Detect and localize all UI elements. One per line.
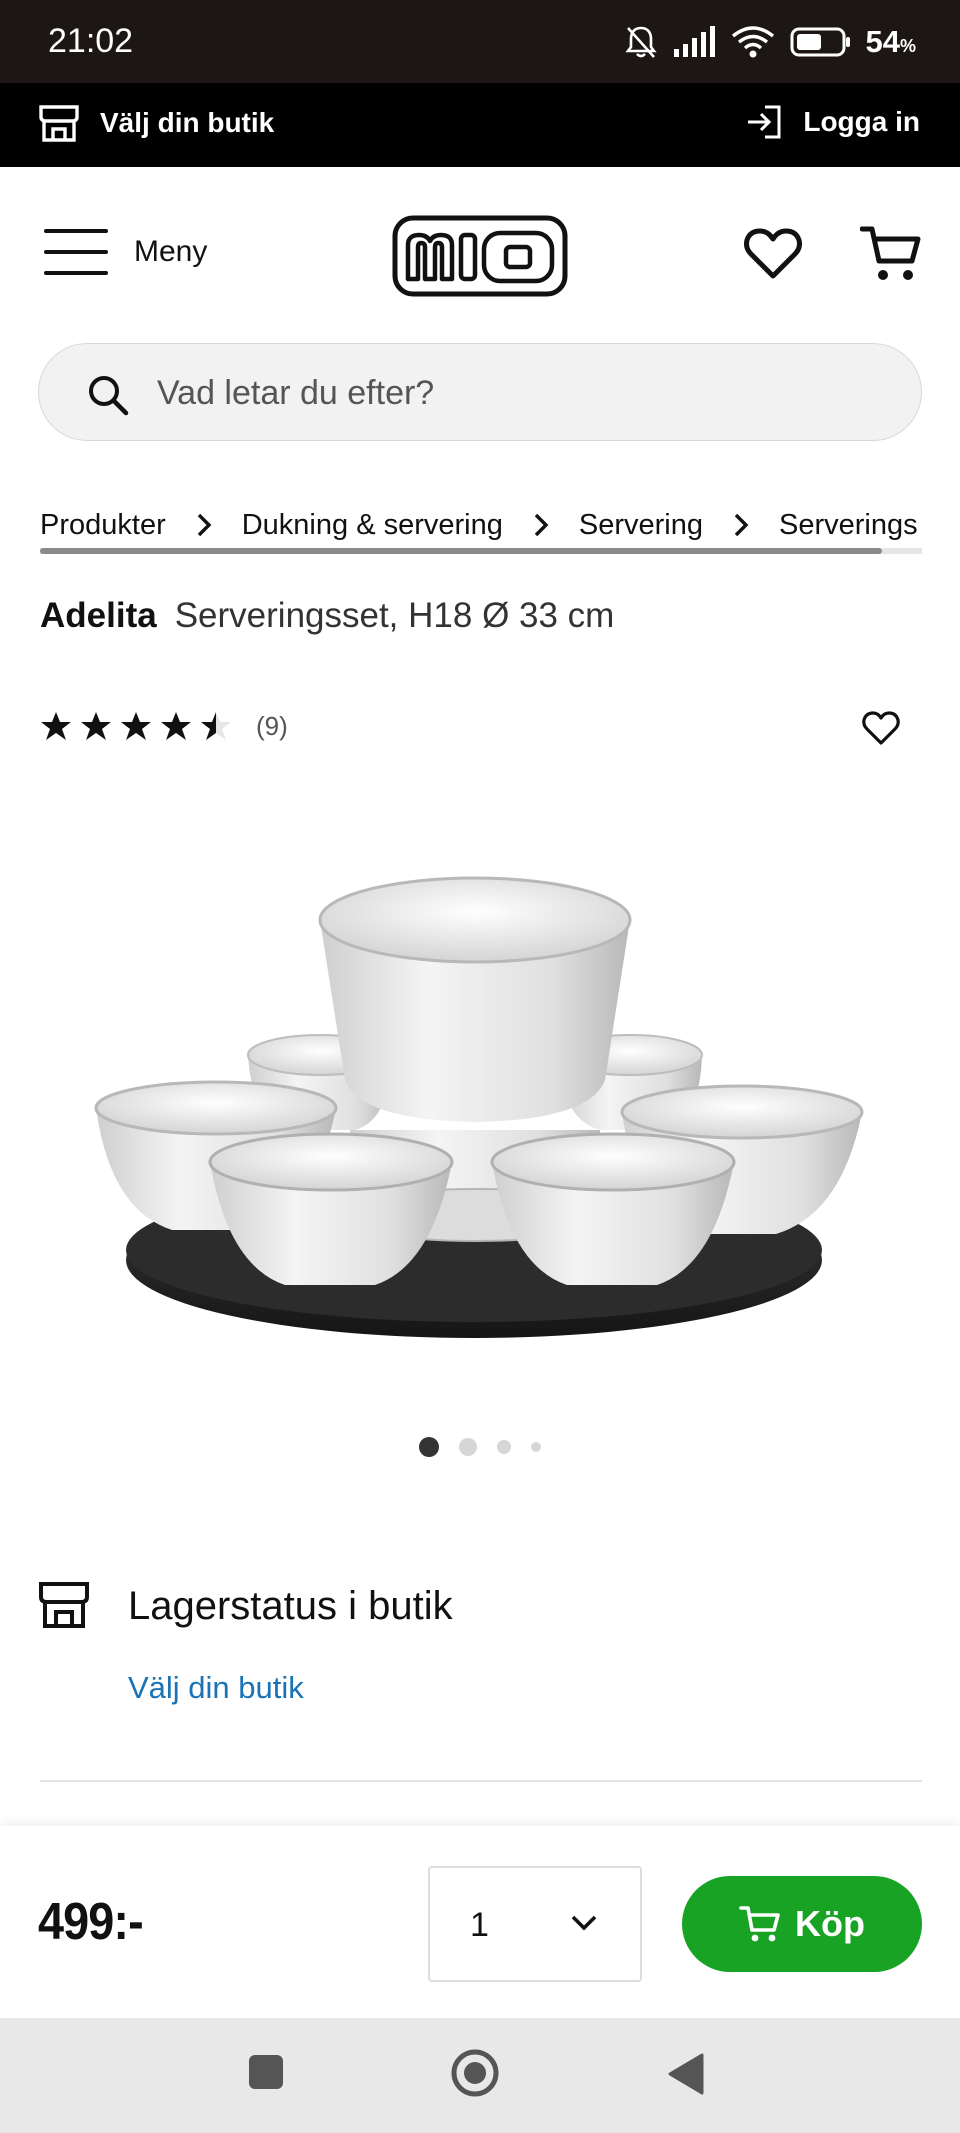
- star-full-icon: [161, 712, 191, 740]
- home-icon[interactable]: [450, 2048, 500, 2098]
- login-label: Logga in: [803, 106, 920, 137]
- search-input[interactable]: [157, 362, 877, 424]
- star-half-icon: [201, 712, 231, 740]
- scrollbar-thumb[interactable]: [40, 548, 882, 554]
- search-bar[interactable]: [38, 343, 922, 441]
- star-full-icon: [41, 712, 71, 740]
- star-full-icon: [121, 712, 151, 740]
- product-brand: Adelita: [40, 596, 157, 635]
- review-count: (9): [256, 710, 288, 741]
- status-bar: 21:02 54%: [0, 0, 960, 83]
- search-icon: [89, 376, 129, 416]
- chevron-right-icon: [734, 513, 749, 537]
- wishlist-heart-icon[interactable]: [744, 227, 802, 281]
- menu-label: Meny: [134, 235, 208, 268]
- rating-stars: [40, 710, 232, 742]
- buy-bar: 499:- 1 Köp: [0, 1826, 960, 2018]
- breadcrumb: Produkter Dukning & servering Servering …: [40, 500, 922, 550]
- carousel-dot-active[interactable]: [419, 1437, 439, 1457]
- buy-label: Köp: [795, 1903, 865, 1944]
- breadcrumb-item-dukning[interactable]: Dukning & servering: [242, 509, 503, 542]
- choose-store-label: Välj din butik: [100, 107, 275, 138]
- breadcrumb-item-serverings[interactable]: Serverings: [779, 509, 918, 542]
- quantity-value: 1: [470, 1906, 489, 1944]
- back-icon[interactable]: [666, 2052, 706, 2096]
- chevron-right-icon: [197, 513, 212, 537]
- hamburger-icon: [44, 229, 108, 275]
- star-full-icon: [81, 712, 111, 740]
- breadcrumb-item-servering[interactable]: Servering: [579, 509, 703, 542]
- choose-store-link[interactable]: Välj din butik: [128, 1670, 304, 1706]
- product-description: Serveringsset, H18 Ø 33 cm: [174, 596, 615, 635]
- wifi-icon: [731, 26, 774, 58]
- breadcrumb-item-produkter[interactable]: Produkter: [40, 509, 166, 542]
- choose-store-button[interactable]: Välj din butik: [38, 103, 274, 143]
- battery-percent: 54%: [865, 24, 917, 59]
- menu-button[interactable]: Meny: [44, 227, 207, 277]
- battery-icon: [790, 27, 850, 57]
- image-carousel-dots: [0, 1437, 960, 1457]
- carousel-dot[interactable]: [531, 1442, 541, 1452]
- status-icons: 54%: [624, 20, 917, 64]
- system-nav-bar: [0, 2018, 960, 2133]
- store-bar: Välj din butik Logga in: [0, 83, 960, 167]
- bell-muted-icon: [624, 26, 657, 58]
- signal-icon: [673, 26, 715, 57]
- cart-icon[interactable]: [860, 223, 922, 285]
- mio-logo[interactable]: [392, 215, 568, 297]
- product-rating[interactable]: (9): [40, 710, 288, 742]
- login-button[interactable]: Logga in: [745, 103, 920, 141]
- recent-apps-icon[interactable]: [246, 2052, 286, 2092]
- status-time: 21:02: [48, 22, 134, 60]
- favorite-heart-icon[interactable]: [862, 710, 900, 746]
- cart-icon: [739, 1906, 780, 1942]
- store-icon: [39, 1582, 89, 1628]
- stock-status-title: Lagerstatus i butik: [128, 1584, 453, 1628]
- chevron-down-icon: [571, 1915, 597, 1931]
- product-title: Adelita Serveringsset, H18 Ø 33 cm: [40, 596, 614, 636]
- section-divider: [40, 1780, 922, 1782]
- carousel-dot[interactable]: [459, 1438, 477, 1456]
- chevron-right-icon: [534, 513, 549, 537]
- site-header: Meny: [0, 167, 960, 337]
- quantity-select[interactable]: 1: [428, 1866, 642, 1982]
- breadcrumb-scrollbar[interactable]: [40, 548, 922, 554]
- product-price: 499:-: [38, 1893, 144, 1951]
- buy-button[interactable]: Köp: [682, 1876, 922, 1972]
- carousel-dot[interactable]: [497, 1440, 511, 1454]
- login-icon: [748, 105, 781, 139]
- store-icon: [39, 105, 79, 142]
- product-image[interactable]: [80, 830, 880, 1390]
